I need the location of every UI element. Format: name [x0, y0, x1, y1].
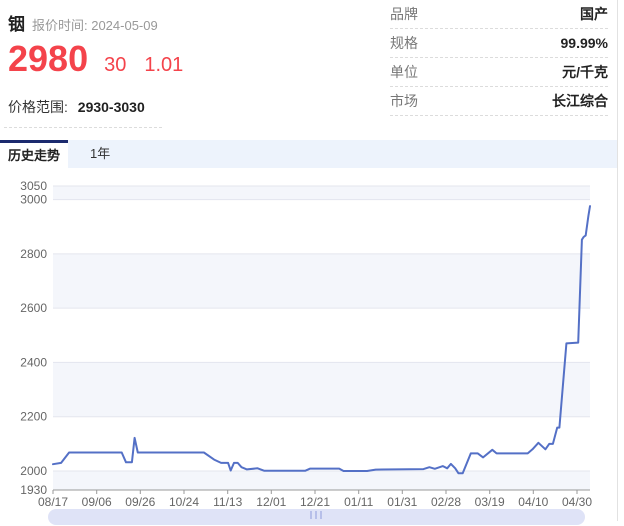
info-table: 品牌 国产 规格 99.99% 单位 元/千克 市场 长江综合 [390, 0, 608, 116]
x-tick-label: 03/19 [475, 495, 505, 509]
y-tick-label: 2000 [20, 464, 47, 478]
info-label: 市场 [390, 93, 418, 109]
x-tick-label: 09/06 [82, 495, 112, 509]
x-tick-label: 01/31 [387, 495, 417, 509]
x-tick-label: 12/01 [256, 495, 286, 509]
price-range-label: 价格范围: [8, 99, 68, 115]
current-price: 2980 [8, 38, 89, 79]
tab-history-trend[interactable]: 历史走势 [0, 140, 69, 168]
info-label: 规格 [390, 35, 418, 51]
y-tick-label: 2400 [20, 355, 47, 369]
y-tick-label: 2200 [20, 410, 47, 424]
info-value: 99.99% [560, 35, 608, 51]
x-tick-label: 09/26 [125, 495, 155, 509]
info-value: 元/千克 [562, 64, 608, 80]
info-label: 单位 [390, 64, 418, 80]
x-tick-label: 01/11 [344, 495, 373, 509]
chart-band [53, 308, 590, 363]
x-tick-label: 11/13 [213, 495, 242, 509]
info-row-brand: 品牌 国产 [390, 0, 608, 29]
price-range-row: 价格范围: 2930-3030 [8, 97, 145, 117]
tabbar: 历史走势 1年 [0, 140, 617, 168]
price-change: 30 [104, 54, 127, 76]
x-tick-label: 08/17 [38, 495, 68, 509]
header: 铟 报价时间: 2024-05-09 [8, 10, 158, 35]
x-tick-label: 02/28 [431, 495, 461, 509]
info-label: 品牌 [390, 6, 418, 22]
price-change-percent: 1.01 [144, 54, 184, 76]
info-value: 长江综合 [552, 93, 608, 109]
chart-band [53, 186, 590, 200]
x-tick-label: 10/24 [169, 495, 199, 509]
chart-band [53, 362, 590, 417]
info-row-unit: 单位 元/千克 [390, 58, 608, 87]
chart-band [53, 253, 590, 309]
commodity-name: 铟 [8, 15, 25, 34]
tab-one-year[interactable]: 1年 [68, 140, 132, 168]
scrollbar-grip-icon[interactable] [309, 511, 324, 519]
y-tick-label: 2600 [20, 301, 47, 315]
y-tick-label: 2800 [20, 247, 47, 261]
price-history-chart[interactable]: 3050 3000 2800 2600 2400 2200 2000 1930 08/17 09/… [0, 170, 624, 521]
divider [4, 127, 162, 128]
y-tick-label: 3000 [20, 193, 47, 207]
info-row-market: 市场 长江综合 [390, 87, 608, 116]
info-row-spec: 规格 99.99% [390, 29, 608, 58]
info-value: 国产 [580, 6, 608, 22]
x-tick-label: 04/30 [562, 495, 592, 509]
price-range-value: 2930-3030 [77, 99, 145, 115]
x-tick-label: 04/10 [518, 495, 548, 509]
chart-scrollbar[interactable] [48, 509, 585, 525]
x-tick-label: 12/21 [300, 495, 330, 509]
price-row: 2980 30 1.01 [8, 38, 183, 80]
quote-time: 报价时间: 2024-05-09 [32, 18, 158, 33]
chart-svg[interactable]: 3050300028002600240022002000193008/17 09/… [0, 170, 624, 521]
chart-band [53, 199, 590, 254]
chart-band [53, 471, 590, 490]
y-tick-label: 3050 [20, 179, 47, 193]
